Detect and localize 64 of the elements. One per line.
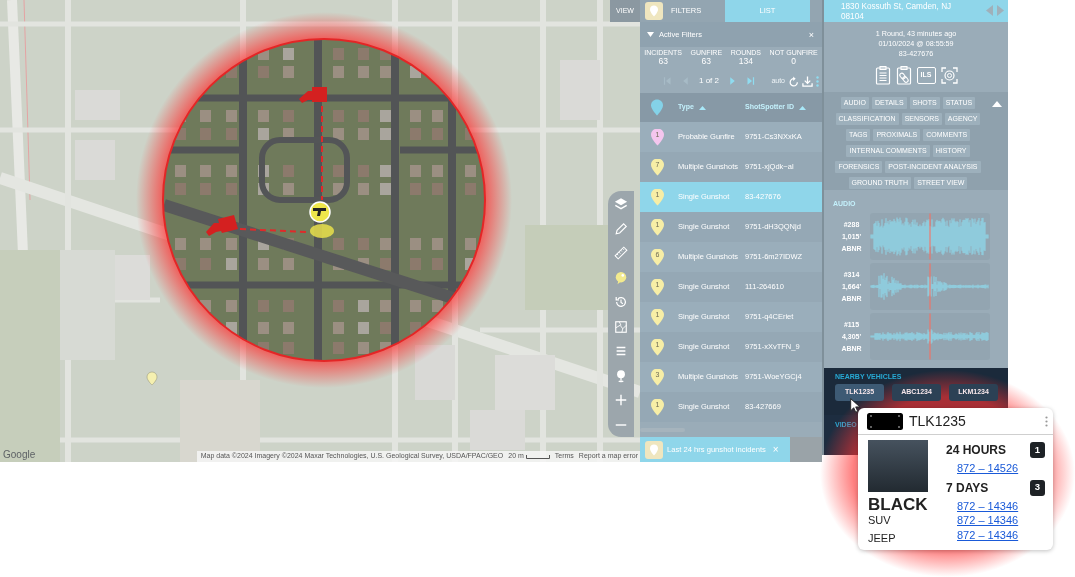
- scale-bar: [525, 454, 550, 459]
- vehicle-marker-icon[interactable]: [206, 215, 238, 236]
- building: [115, 255, 150, 300]
- license-plate-icon: [867, 412, 903, 430]
- vehicle-marker-icon[interactable]: [299, 87, 327, 103]
- playhead-line: [929, 313, 931, 360]
- zoom-in-icon[interactable]: [614, 393, 628, 408]
- next-arrow-icon[interactable]: [997, 5, 1004, 16]
- ruler-icon[interactable]: [614, 246, 628, 261]
- vehicle-make: JEEP: [868, 531, 897, 545]
- vehicle-color: BLACK: [868, 496, 929, 513]
- playhead-line: [929, 213, 931, 260]
- speech-bubble-icon[interactable]: [614, 270, 628, 285]
- stat-value: 134: [737, 57, 754, 66]
- caret-icon[interactable]: [647, 32, 654, 37]
- distance-line: [239, 228, 308, 233]
- stat-value: 63: [700, 57, 713, 66]
- sort-icon[interactable]: [698, 105, 706, 110]
- pencil-icon[interactable]: [614, 221, 628, 236]
- page-indicator: 1 of 2: [699, 75, 719, 87]
- map-logo: Google: [3, 449, 36, 461]
- marker-icon: [645, 2, 663, 20]
- scrollbar-thumb[interactable]: [640, 427, 685, 432]
- sighting-link[interactable]: 872 – 14526: [957, 461, 1019, 476]
- sighting-link[interactable]: 872 – 14346: [957, 498, 1019, 513]
- more-icon[interactable]: [816, 75, 819, 87]
- stat-value: 0: [790, 57, 797, 66]
- map-area-icon[interactable]: [614, 319, 628, 334]
- marker-icon: [645, 440, 663, 459]
- layers-icon[interactable]: [614, 197, 628, 211]
- scan-target-icon[interactable]: [940, 66, 958, 84]
- gunshot-marker-icon[interactable]: [309, 201, 334, 238]
- stat-value: 63: [657, 57, 669, 66]
- last-page-icon[interactable]: [746, 76, 755, 86]
- plate-number: TLK1235: [909, 411, 966, 431]
- period-label: 24 HOURS: [946, 442, 1007, 459]
- period-label: 7 DAYS: [946, 479, 989, 497]
- refresh-icon[interactable]: [789, 75, 799, 87]
- history-icon[interactable]: [614, 295, 628, 310]
- pin-icon: [651, 99, 663, 116]
- more-icon[interactable]: [1045, 415, 1048, 427]
- clipboard-list-icon[interactable]: [874, 65, 891, 85]
- incident-address: 1830 Kossuth St, Camden, NJ 08104: [841, 2, 953, 22]
- count-badge: 1: [1030, 442, 1045, 458]
- vehicle-photo-placeholder: [868, 440, 928, 492]
- clipboard-link-icon[interactable]: [895, 65, 912, 85]
- vehicle-body-type: SUV: [868, 513, 892, 527]
- previous-arrow-icon[interactable]: [986, 5, 993, 16]
- sighting-link[interactable]: 872 – 14346: [957, 513, 1019, 528]
- playhead-line: [929, 263, 931, 310]
- sort-icon[interactable]: [799, 105, 806, 110]
- waveform-panel[interactable]: [870, 263, 990, 310]
- next-page-icon[interactable]: [728, 76, 737, 86]
- close-button[interactable]: ×: [806, 29, 816, 40]
- close-button[interactable]: ×: [770, 444, 781, 455]
- map-pin-icon[interactable]: [146, 371, 158, 386]
- sighting-link[interactable]: 872 – 14346: [957, 527, 1019, 542]
- building: [495, 355, 555, 410]
- count-badge: 3: [1030, 479, 1045, 496]
- pin-icon[interactable]: [614, 368, 628, 383]
- waveform-panel[interactable]: [870, 313, 990, 360]
- collapse-icon[interactable]: [992, 101, 1002, 107]
- download-icon[interactable]: [802, 75, 813, 87]
- building: [470, 410, 525, 450]
